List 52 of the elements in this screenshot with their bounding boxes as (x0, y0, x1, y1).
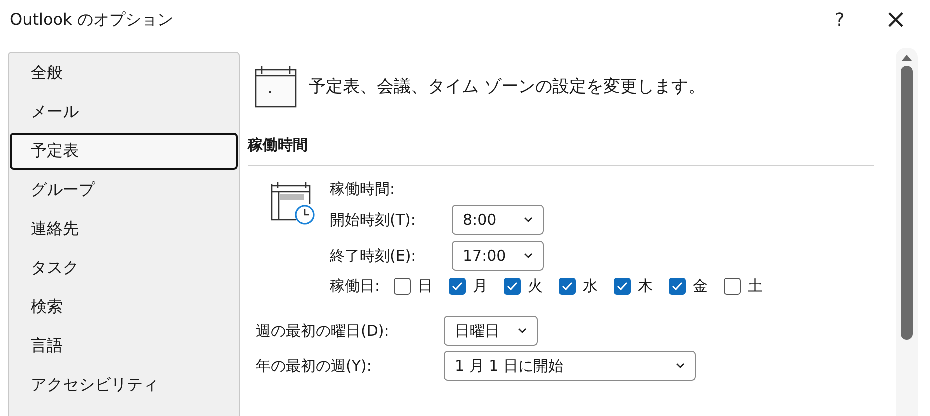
sidebar-item[interactable]: メール (10, 94, 238, 131)
sidebar-item[interactable]: タスク (10, 250, 238, 287)
field-label: 年の最初の週(Y): (256, 356, 373, 376)
checkmark-icon (562, 282, 574, 291)
checkbox[interactable] (724, 278, 742, 295)
checkbox[interactable] (504, 278, 522, 295)
calendar-icon (255, 64, 297, 108)
close-button[interactable]: × (876, 5, 916, 35)
checkmark-icon (507, 282, 518, 291)
chevron-icon (524, 253, 533, 259)
checkmark-icon (617, 282, 628, 291)
end-time-dropdown[interactable]: 17:00 (452, 241, 544, 271)
checkbox[interactable] (394, 278, 412, 295)
sidebar-item[interactable]: 連絡先 (10, 211, 238, 248)
sidebar-item[interactable]: 検索 (10, 289, 238, 326)
checkbox-label: 金 (693, 277, 708, 296)
chevron-icon (676, 363, 685, 369)
checkmark-icon (672, 282, 684, 291)
header-text: 予定表、会議、タイム ゾーンの設定を変更します。 (309, 76, 706, 98)
first-day-dropdown[interactable]: 日曜日 (444, 316, 538, 346)
scrollbar[interactable] (896, 48, 918, 416)
scroll-up-icon[interactable] (901, 54, 913, 62)
checkbox-label: 土 (748, 277, 764, 296)
checkbox[interactable] (669, 278, 686, 295)
checkbox-label: 火 (528, 277, 544, 296)
field-label: 終了時刻(E): (330, 246, 418, 266)
checkbox-label: 月 (473, 277, 488, 296)
sidebar-item[interactable]: グループ (10, 172, 238, 209)
window-title: Outlook のオプション (10, 10, 174, 30)
sidebar-item[interactable]: 言語 (10, 328, 238, 365)
field-label: 稼働時間: (330, 180, 396, 199)
sidebar-item[interactable]: 全般 (10, 55, 238, 92)
field-label: 開始時刻(T): (330, 210, 417, 230)
first-week-dropdown[interactable]: 1 月 1 日に開始 (444, 351, 696, 381)
field-label: 稼働日: (330, 277, 380, 296)
sidebar-item[interactable]: アクセシビリティ (10, 367, 238, 404)
checkmark-icon (452, 282, 464, 291)
checkbox-label: 日 (418, 277, 434, 296)
checkbox-label: 水 (583, 277, 598, 296)
checkbox-label: 木 (638, 277, 654, 296)
checkbox[interactable] (614, 278, 632, 295)
checkbox[interactable] (449, 278, 466, 295)
checkbox[interactable] (559, 278, 576, 295)
chevron-icon (524, 217, 533, 223)
chevron-icon (518, 328, 527, 334)
scrollbar-thumb[interactable] (901, 66, 913, 340)
calendar-clock-icon (270, 180, 316, 226)
help-button[interactable]: ? (820, 5, 860, 35)
sidebar-item[interactable]: 予定表 (10, 133, 238, 170)
section-title: 稼働時間 (248, 136, 874, 166)
start-time-dropdown[interactable]: 8:00 (452, 205, 544, 235)
field-label: 週の最初の曜日(D): (256, 322, 390, 340)
